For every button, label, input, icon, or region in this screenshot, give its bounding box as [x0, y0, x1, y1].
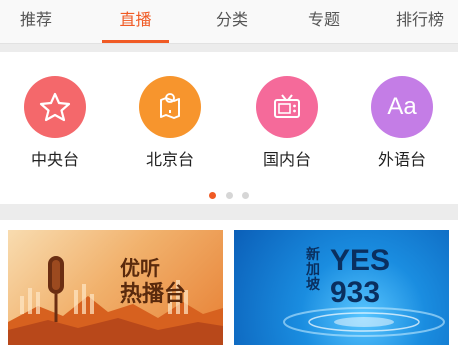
section-divider: [0, 204, 458, 220]
map-pin-icon: [139, 76, 201, 138]
tab-recommend[interactable]: 推荐: [0, 0, 72, 44]
station-label: 中央台: [30, 150, 79, 169]
tab-topic[interactable]: 专题: [292, 0, 356, 44]
aa-icon-text: Aa: [387, 93, 417, 120]
banner-side-text: 新加坡: [306, 247, 320, 293]
top-tab-bar: 推荐 直播 分类 专题 排行榜: [0, 0, 458, 44]
tab-live[interactable]: 直播: [102, 0, 169, 44]
star-icon: [24, 76, 86, 138]
banner-title-line2: 热播台: [120, 282, 187, 307]
station-label: 外语台: [377, 150, 426, 169]
aa-icon: Aa: [371, 76, 433, 138]
station-cctv[interactable]: 中央台: [10, 76, 100, 170]
station-foreign[interactable]: Aa 外语台: [357, 76, 447, 170]
active-tab-indicator: [102, 40, 169, 43]
station-label: 国内台: [262, 150, 311, 169]
station-domestic[interactable]: 国内台: [242, 76, 332, 170]
banner-logo-number: 933: [330, 276, 381, 309]
station-beijing[interactable]: 北京台: [125, 76, 215, 170]
page-dot: [225, 192, 233, 199]
station-category-panel: 中央台 北京台 国内台 Aa 外语台: [0, 52, 458, 204]
banner-logo-main: YES: [330, 244, 391, 277]
microphone-illustration: [8, 256, 223, 345]
tv-icon: [256, 76, 318, 138]
banner-youting[interactable]: 优听 热播台: [8, 230, 223, 345]
tab-category[interactable]: 分类: [198, 0, 266, 44]
tab-ranking[interactable]: 排行榜: [382, 0, 458, 44]
banner-yes933[interactable]: 新加坡 YES 933: [234, 230, 449, 345]
featured-banners: 优听 热播台 新加坡 YES 933: [0, 220, 458, 345]
page-dot: [241, 192, 249, 199]
carousel-page-indicator: [0, 184, 458, 199]
station-label: 北京台: [145, 150, 194, 169]
page-dot-active: [209, 192, 217, 199]
